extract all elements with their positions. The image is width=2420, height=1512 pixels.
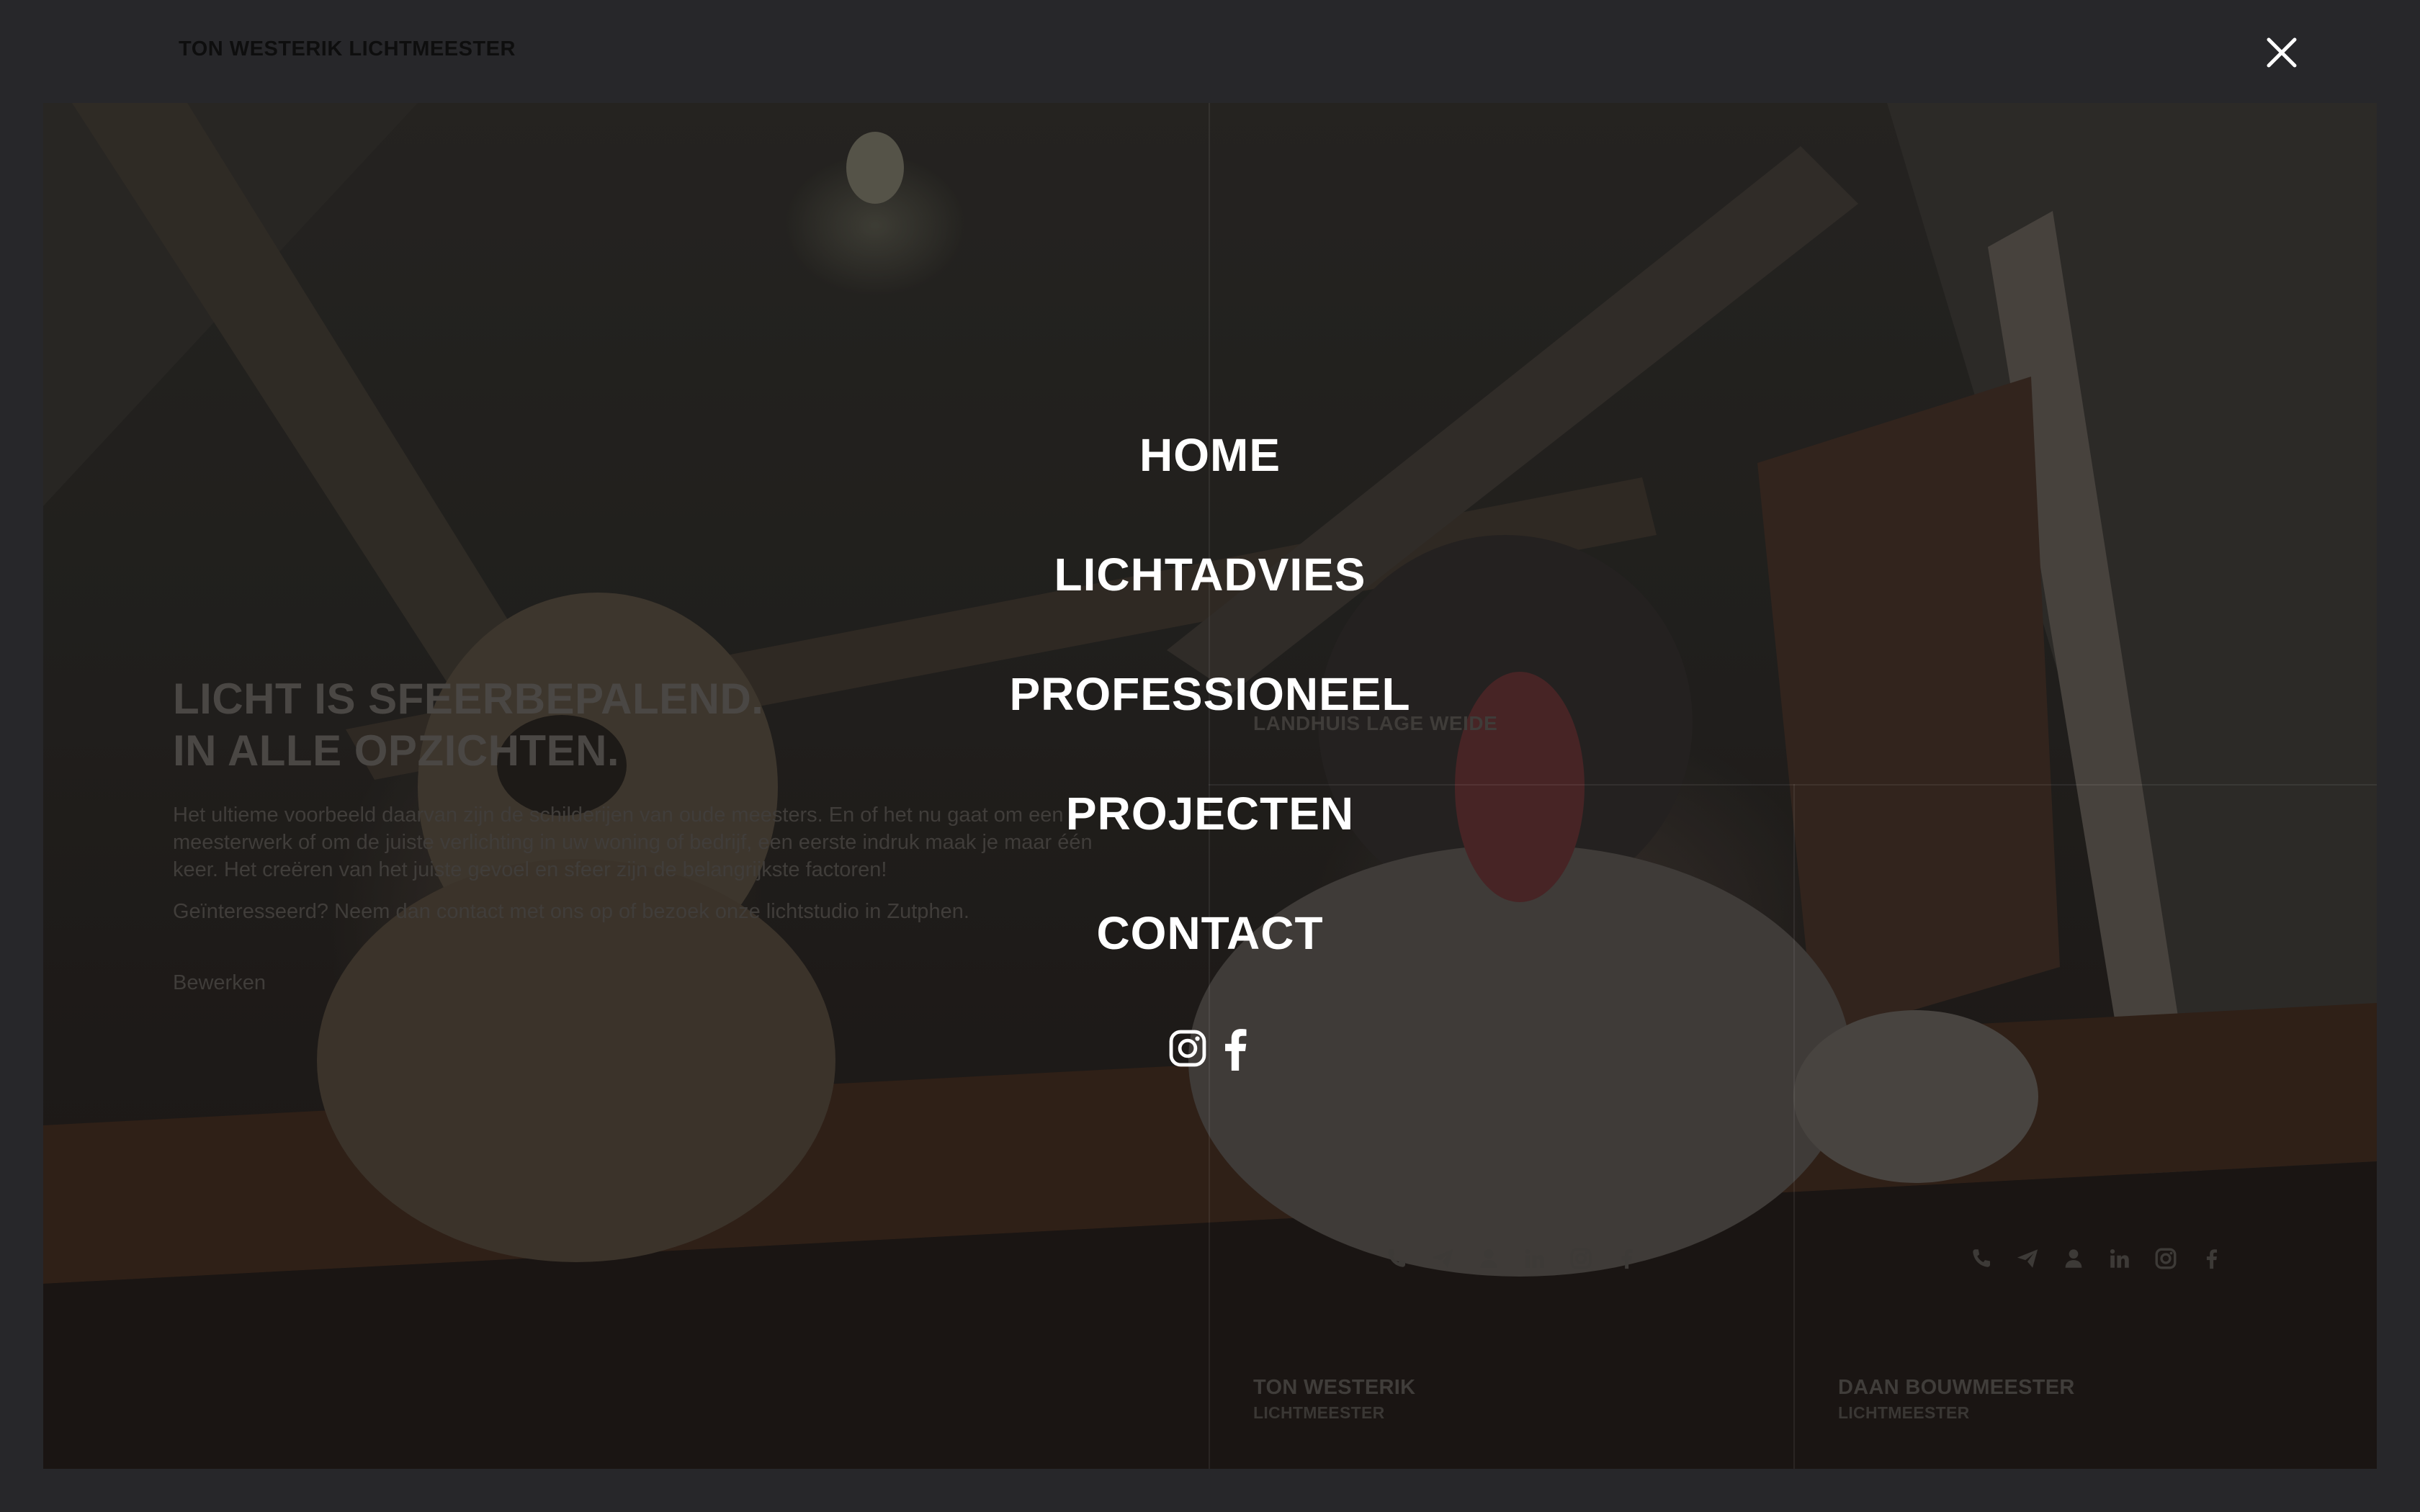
- site-logo-text[interactable]: TON WESTERIK LICHTMEESTER: [179, 37, 516, 61]
- person-name: TON WESTERIK: [1253, 1376, 1416, 1399]
- facebook-icon[interactable]: [1615, 1246, 1639, 1271]
- facebook-icon[interactable]: [2200, 1246, 2224, 1271]
- instagram-icon[interactable]: [1569, 1246, 1593, 1271]
- menu-item-home[interactable]: HOME: [922, 426, 1498, 484]
- send-icon[interactable]: [2015, 1246, 2040, 1271]
- facebook-icon[interactable]: [1222, 1026, 1249, 1071]
- menu-item-lichtadvies[interactable]: LICHTADVIES: [922, 546, 1498, 603]
- contact-icons-ton: [1384, 1246, 1639, 1271]
- phone-icon[interactable]: [1384, 1246, 1409, 1271]
- send-icon[interactable]: [1430, 1246, 1455, 1271]
- linkedin-icon[interactable]: [2107, 1246, 2132, 1271]
- menu-item-professioneel[interactable]: PROFESSIONEEL: [922, 665, 1498, 723]
- close-icon[interactable]: [2262, 32, 2302, 73]
- person-role: LICHTMEESTER: [1838, 1403, 1970, 1422]
- column-divider: [1793, 784, 1795, 1469]
- hero-title: LICHT IS SFEERBEPALEND. IN ALLE OPZICHTE…: [173, 675, 764, 775]
- user-icon[interactable]: [2061, 1246, 2086, 1271]
- edit-link[interactable]: Bewerken: [173, 971, 266, 995]
- instagram-icon[interactable]: [1167, 1027, 1209, 1069]
- top-bar: TON WESTERIK LICHTMEESTER: [0, 0, 2420, 103]
- linkedin-icon[interactable]: [1523, 1246, 1547, 1271]
- menu-social-links: [1167, 1026, 1249, 1071]
- user-icon[interactable]: [1476, 1246, 1501, 1271]
- contact-icons-daan: [1969, 1246, 2224, 1271]
- phone-icon[interactable]: [1969, 1246, 1994, 1271]
- menu-item-contact[interactable]: CONTACT: [922, 904, 1498, 962]
- person-name: DAAN BOUWMEESTER: [1838, 1376, 2075, 1399]
- menu-item-projecten[interactable]: PROJECTEN: [922, 785, 1498, 842]
- instagram-icon[interactable]: [2154, 1246, 2178, 1271]
- person-role: LICHTMEESTER: [1253, 1403, 1385, 1422]
